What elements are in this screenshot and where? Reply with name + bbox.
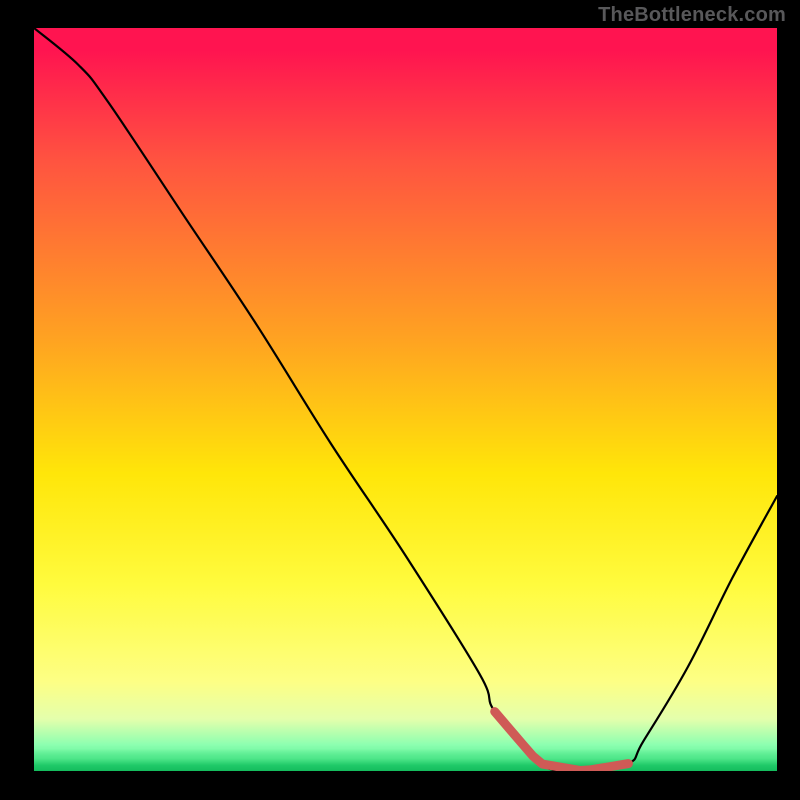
optimal-region-marker-path <box>495 712 629 771</box>
optimal-region-marker <box>34 28 777 771</box>
watermark-text: TheBottleneck.com <box>598 4 786 27</box>
plot-area <box>34 28 777 771</box>
chart-frame: TheBottleneck.com <box>0 0 800 800</box>
